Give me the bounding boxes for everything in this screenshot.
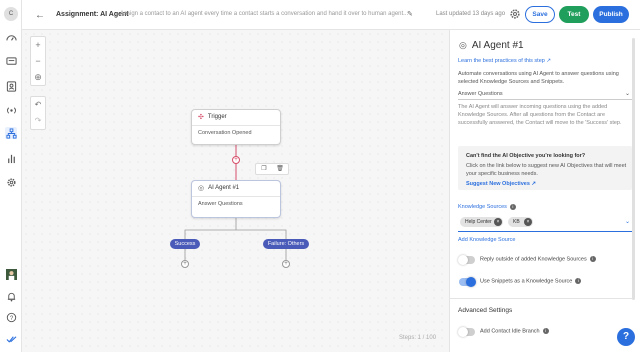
edit-pencil-icon[interactable]: ✎: [407, 10, 413, 18]
objective-description: The AI Agent will answer incoming questi…: [458, 104, 622, 126]
add-step-success-plus-icon[interactable]: +: [181, 260, 189, 268]
contact-idle-branch-label: Add Contact Idle Branch i: [480, 328, 549, 334]
use-snippets-label: Use Snippets as a Knowledge Source i: [480, 278, 582, 284]
workspace-avatar[interactable]: C: [4, 7, 18, 21]
knowledge-sources-input[interactable]: Help Center × KB × ⌄: [458, 214, 632, 232]
panel-title: AI Agent #1: [471, 40, 524, 51]
contact-idle-branch-toggle[interactable]: [458, 327, 475, 337]
ai-agent-icon: ◎: [198, 185, 205, 192]
ai-agent-panel-icon: ◎: [459, 40, 467, 50]
step-settings-panel: ◎ AI Agent #1 Learn the best practices o…: [449, 30, 640, 352]
inbox-icon[interactable]: [5, 55, 17, 67]
info-icon[interactable]: i: [509, 203, 516, 210]
external-link-icon: ↗: [546, 58, 551, 64]
reply-outside-label: Reply outside of added Knowledge Sources…: [480, 256, 596, 262]
workflow-settings-gear-icon[interactable]: [509, 8, 521, 20]
add-step-plus-icon[interactable]: +: [232, 156, 240, 164]
chip-remove-icon[interactable]: ×: [524, 218, 532, 226]
checkmarks-icon[interactable]: [5, 333, 17, 345]
user-avatar-icon[interactable]: [5, 268, 17, 280]
ai-agent-node-title: AI Agent #1: [208, 185, 240, 191]
add-step-failure-plus-icon[interactable]: +: [282, 260, 290, 268]
reports-icon[interactable]: [5, 152, 17, 164]
ai-agent-node-body: Answer Questions: [192, 196, 280, 211]
node-toolbar: ❐ 🗑: [255, 163, 289, 175]
last-updated-text: Last updated 13 days ago: [436, 11, 506, 17]
ai-agent-node[interactable]: ◎ AI Agent #1 Answer Questions: [191, 180, 281, 218]
add-knowledge-source-link[interactable]: Add Knowledge Source: [458, 236, 515, 244]
broadcast-icon[interactable]: [5, 104, 17, 116]
notifications-icon[interactable]: [5, 290, 17, 302]
steps-counter: Steps: 1 / 100: [399, 335, 437, 341]
chevron-down-icon[interactable]: ⌄: [625, 218, 630, 225]
info-icon[interactable]: i: [589, 256, 596, 262]
info-icon[interactable]: i: [575, 278, 582, 284]
help-chat-button[interactable]: ?: [617, 328, 635, 346]
publish-button[interactable]: Publish: [593, 6, 629, 23]
dashboard-icon[interactable]: [5, 32, 17, 44]
ai-objective-select[interactable]: Answer Questions ⌄: [458, 88, 632, 100]
divider: [450, 298, 635, 299]
back-arrow-icon[interactable]: ←: [35, 10, 45, 21]
advanced-settings-heading: Advanced Settings: [458, 307, 513, 314]
knowledge-sources-label: Knowledge Sources i: [458, 203, 516, 211]
reply-outside-toggle[interactable]: [458, 255, 475, 265]
suggest-box-title: Can't find the AI Objective you're looki…: [466, 153, 586, 159]
suggest-new-objectives-link[interactable]: Suggest New Objectives ↗: [466, 180, 536, 188]
panel-intro-text: Automate conversations using AI Agent to…: [458, 71, 619, 85]
save-button[interactable]: Save: [525, 6, 555, 23]
test-button[interactable]: Test: [559, 6, 589, 23]
branch-success[interactable]: Success: [170, 239, 200, 249]
chip-kb: KB ×: [508, 217, 533, 227]
panel-scrollbar[interactable]: [632, 38, 635, 300]
suggest-objective-box: Can't find the AI Objective you're looki…: [458, 146, 632, 190]
copy-icon[interactable]: ❐: [256, 164, 272, 174]
branch-failure-others[interactable]: Failure: Others: [263, 239, 309, 249]
workflow-title: Assignment: AI Agent: [56, 11, 129, 18]
contacts-icon[interactable]: [5, 80, 17, 92]
workflow-description[interactable]: Assign a contact to an AI agent every ti…: [120, 11, 408, 17]
external-link-icon: ↗: [531, 181, 537, 187]
settings-icon[interactable]: [5, 176, 17, 188]
chip-help-center: Help Center ×: [460, 217, 503, 227]
chevron-down-icon: ⌄: [624, 91, 630, 97]
suggest-box-text: Click on the link below to suggest new A…: [466, 163, 627, 177]
info-icon[interactable]: i: [542, 328, 549, 334]
left-nav-rail: C ?: [0, 0, 22, 352]
ai-objective-value: Answer Questions: [458, 91, 503, 97]
workflows-icon[interactable]: [5, 127, 17, 139]
trigger-node-body: Conversation Opened: [192, 125, 280, 140]
workflow-header: ← Assignment: AI Agent Assign a contact …: [22, 0, 640, 30]
trigger-icon: ✣: [198, 114, 204, 121]
use-snippets-toggle[interactable]: [459, 277, 476, 287]
workflow-canvas[interactable]: + − ⊕ ↶ ↷ ✣ Trigger Conversation Opened +…: [22, 30, 449, 352]
chip-remove-icon[interactable]: ×: [494, 218, 502, 226]
help-circle-icon[interactable]: ?: [5, 311, 17, 323]
delete-icon[interactable]: 🗑: [272, 164, 288, 174]
learn-best-practices-link[interactable]: Learn the best practices of this step ↗: [458, 57, 551, 65]
trigger-node-title: Trigger: [207, 114, 227, 120]
trigger-node[interactable]: ✣ Trigger Conversation Opened: [191, 109, 281, 145]
